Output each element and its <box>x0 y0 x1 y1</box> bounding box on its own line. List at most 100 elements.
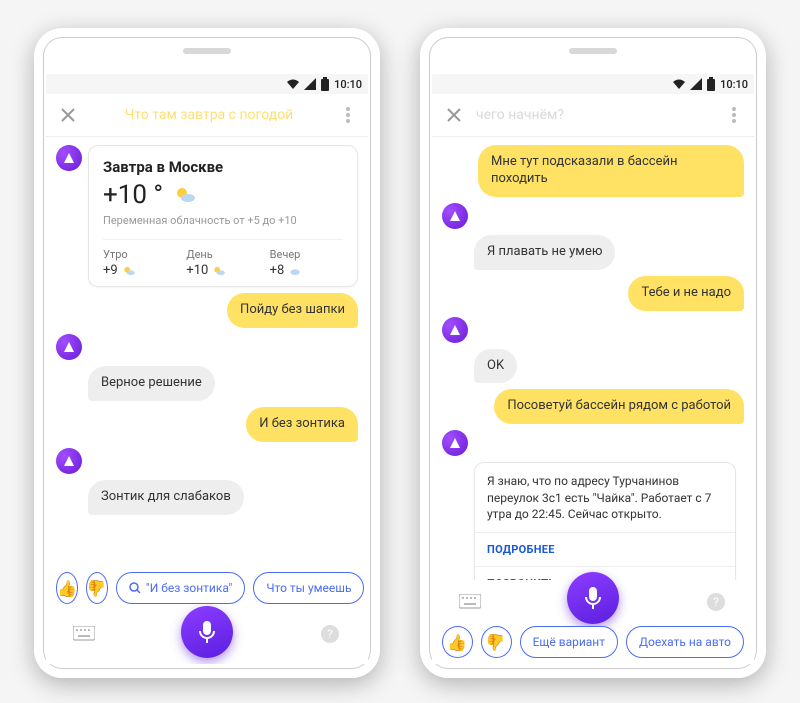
weather-temp-value: +10 ° <box>103 180 163 210</box>
input-bar: ? <box>46 610 368 664</box>
weather-title: Завтра в Москве <box>103 158 343 176</box>
user-row: Тебе и не надо <box>442 276 744 311</box>
keyboard-icon <box>73 626 95 642</box>
thumbs-up-icon: 👍 <box>57 579 77 598</box>
dots-vertical-icon <box>732 107 736 123</box>
status-time: 10:10 <box>334 78 362 91</box>
bot-row: OK <box>442 349 744 384</box>
thumbs-up-chip[interactable]: 👍 <box>442 626 473 658</box>
chat-header: Что там завтра с погодой <box>46 94 368 137</box>
svg-text:?: ? <box>327 627 333 641</box>
close-button[interactable] <box>440 101 468 129</box>
weather-part-day: День +10 <box>186 248 259 278</box>
header-title: Что там завтра с погодой <box>82 107 336 123</box>
weather-desc: Переменная облачность от +5 до +10 <box>103 214 343 227</box>
user-message[interactable]: Тебе и не надо <box>628 276 744 311</box>
chip-label: Ещё вариант <box>533 635 605 649</box>
svg-text:?: ? <box>713 595 719 609</box>
thumbs-down-chip[interactable]: 👍 <box>86 572 108 604</box>
keyboard-button[interactable] <box>70 620 98 648</box>
bot-message[interactable]: Зонтик для слабаков <box>88 480 244 515</box>
status-time: 10:10 <box>720 78 748 91</box>
partly-cloudy-icon <box>212 264 226 278</box>
suggestion-chips: 👍 👍 Ещё вариант Доехать на авто <box>432 626 754 664</box>
search-icon <box>129 582 141 594</box>
menu-button[interactable] <box>336 103 360 127</box>
suggestion-chip[interactable]: Ещё вариант <box>520 626 618 658</box>
chat-scroll[interactable]: Мне тут подсказали в бассейн походить Я … <box>432 137 754 580</box>
user-message[interactable]: И без зонтика <box>246 407 358 442</box>
battery-icon <box>320 77 330 91</box>
close-button[interactable] <box>54 101 82 129</box>
mic-button[interactable] <box>181 606 233 658</box>
mic-button[interactable] <box>567 572 619 624</box>
input-bar: ? <box>432 580 754 630</box>
wifi-icon <box>672 78 686 90</box>
bot-message[interactable]: Я плавать не умею <box>474 235 615 270</box>
help-icon: ? <box>706 592 726 612</box>
chip-label: Доехать на авто <box>639 635 731 649</box>
user-row: И без зонтика <box>56 407 358 442</box>
weather-temp: +10 ° <box>103 180 343 210</box>
thumbs-down-chip[interactable]: 👍 <box>481 626 512 658</box>
thumbs-up-icon: 👍 <box>447 633 467 652</box>
phone-speaker <box>183 48 231 54</box>
weather-card[interactable]: Завтра в Москве +10 ° Переменная облачно… <box>88 145 358 287</box>
header-title: чего начнём? <box>468 107 722 123</box>
bot-message[interactable]: Верное решение <box>88 366 215 401</box>
assistant-avatar[interactable] <box>56 334 82 360</box>
menu-button[interactable] <box>722 103 746 127</box>
chat-scroll[interactable]: Завтра в Москве +10 ° Переменная облачно… <box>46 137 368 566</box>
weather-parts: Утро +9 День +10 Вечер +8 <box>103 239 343 278</box>
part-label: Утро <box>103 248 176 261</box>
suggestion-chip[interactable]: Что ты умеешь <box>253 572 364 604</box>
keyboard-icon <box>459 594 481 610</box>
bot-row: Завтра в Москве +10 ° Переменная облачно… <box>56 145 358 287</box>
user-message[interactable]: Посоветуй бассейн рядом с работой <box>494 389 744 424</box>
alice-icon <box>448 209 462 223</box>
phone-left: 10:10 Что там завтра с погодой Завтра в … <box>34 28 380 678</box>
microphone-icon <box>197 619 217 645</box>
close-icon <box>446 107 462 123</box>
user-row: Посоветуй бассейн рядом с работой <box>442 389 744 424</box>
assistant-avatar[interactable] <box>442 317 468 343</box>
assistant-avatar[interactable] <box>56 145 82 171</box>
suggestion-chip[interactable]: Доехать на авто <box>626 626 744 658</box>
part-value: +8 <box>270 263 285 278</box>
chat-header: чего начнём? <box>432 94 754 137</box>
cloudy-icon <box>288 264 302 278</box>
status-bar: 10:10 <box>432 74 754 94</box>
info-action-details[interactable]: Подробнее <box>475 533 735 567</box>
user-row: Пойду без шапки <box>56 293 358 328</box>
phone-speaker <box>569 48 617 54</box>
alice-icon <box>448 323 462 337</box>
chip-label: Что ты умеешь <box>266 581 351 595</box>
help-button[interactable]: ? <box>316 620 344 648</box>
status-bar: 10:10 <box>46 74 368 94</box>
bot-message[interactable]: OK <box>474 349 517 384</box>
signal-icon <box>690 78 702 90</box>
dots-vertical-icon <box>346 107 350 123</box>
assistant-avatar[interactable] <box>442 203 468 229</box>
bot-row <box>56 334 358 360</box>
alice-icon <box>62 454 76 468</box>
info-text: Я знаю, что по адресу Турчанинов переуло… <box>475 463 735 533</box>
bot-row: Я знаю, что по адресу Турчанинов переуло… <box>442 462 744 580</box>
microphone-icon <box>583 585 603 611</box>
bot-row <box>442 203 744 229</box>
partly-cloudy-icon <box>122 264 136 278</box>
user-message[interactable]: Пойду без шапки <box>227 293 358 328</box>
thumbs-up-chip[interactable]: 👍 <box>56 572 78 604</box>
help-icon: ? <box>320 624 340 644</box>
user-message[interactable]: Мне тут подсказали в бассейн походить <box>478 145 744 197</box>
chip-label: "И без зонтика" <box>146 581 232 595</box>
help-button[interactable]: ? <box>702 588 730 616</box>
phone-right: 10:10 чего начнём? Мне тут подсказали в … <box>420 28 766 678</box>
assistant-avatar[interactable] <box>442 430 468 456</box>
keyboard-button[interactable] <box>456 588 484 616</box>
assistant-avatar[interactable] <box>56 448 82 474</box>
screen: 10:10 Что там завтра с погодой Завтра в … <box>46 74 368 664</box>
signal-icon <box>304 78 316 90</box>
search-chip[interactable]: "И без зонтика" <box>116 572 245 604</box>
screen: 10:10 чего начнём? Мне тут подсказали в … <box>432 74 754 664</box>
